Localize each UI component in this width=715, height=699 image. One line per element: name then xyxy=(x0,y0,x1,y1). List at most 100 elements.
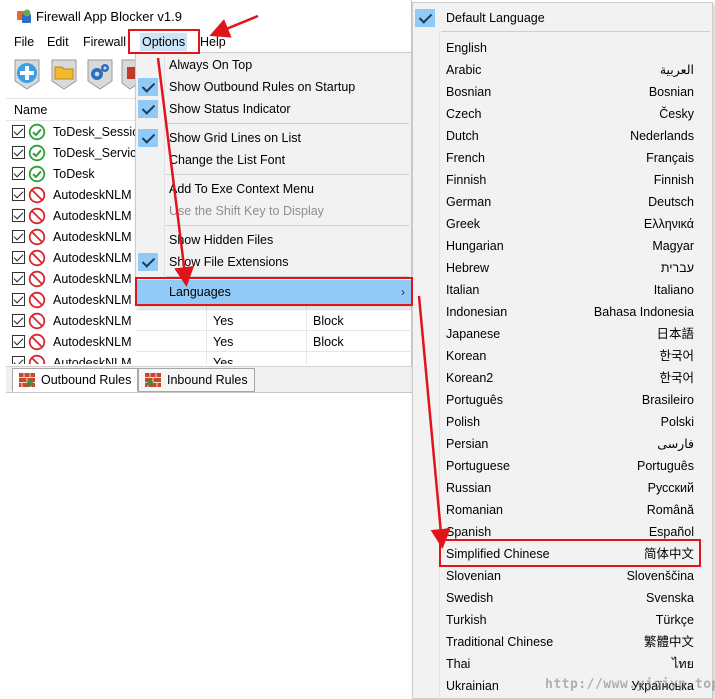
menu-edit[interactable]: Edit xyxy=(47,33,69,51)
menu-item-show-file-extensions[interactable]: Show File Extensions xyxy=(136,251,411,273)
menu-item-languages[interactable]: Languages › xyxy=(136,280,411,304)
menu-item-add-to-exe-context-menu[interactable]: Add To Exe Context Menu xyxy=(136,178,411,200)
language-item-korean[interactable]: Korean 한국어 xyxy=(413,345,712,367)
language-item-arabic[interactable]: Arabic العربية xyxy=(413,59,712,81)
language-item-english[interactable]: English xyxy=(413,37,712,59)
blocked-icon xyxy=(28,312,46,330)
row-name: AutodeskNLM xyxy=(53,293,132,307)
language-item-italian[interactable]: Italian Italiano xyxy=(413,279,712,301)
language-native-name: 한국어 xyxy=(659,371,694,385)
language-item-simplified-chinese[interactable]: Simplified Chinese 简体中文 xyxy=(413,543,712,565)
language-item-russian[interactable]: Russian Русский xyxy=(413,477,712,499)
language-item-persian[interactable]: Persian فارسی xyxy=(413,433,712,455)
language-item-polish[interactable]: Polish Polski xyxy=(413,411,712,433)
blocked-icon xyxy=(28,228,46,246)
menu-help[interactable]: Help xyxy=(200,33,226,51)
language-item-spanish[interactable]: Spanish Español xyxy=(413,521,712,543)
table-row[interactable]: AutodeskNLM Yes Block xyxy=(6,331,412,352)
language-english-name: Polish xyxy=(446,415,481,429)
menu-bar: File Edit Firewall Options Help xyxy=(6,32,412,52)
language-native-name: Français xyxy=(646,151,694,165)
language-english-name: Czech xyxy=(446,107,482,121)
language-item-hebrew[interactable]: Hebrew עברית xyxy=(413,257,712,279)
language-english-name: Simplified Chinese xyxy=(446,547,550,561)
grid-line xyxy=(206,310,207,331)
language-native-name: 简体中文 xyxy=(643,547,694,561)
row-name: AutodeskNLM xyxy=(53,335,132,349)
menu-file[interactable]: File xyxy=(14,33,34,51)
menu-separator xyxy=(166,174,409,175)
settings-icon[interactable] xyxy=(85,57,115,91)
menu-separator xyxy=(166,123,409,124)
table-row[interactable]: AutodeskNLM Yes Block xyxy=(6,310,412,331)
language-native-name: Español xyxy=(648,525,694,539)
language-item-traditional-chinese[interactable]: Traditional Chinese 繁體中文 xyxy=(413,631,712,653)
language-native-name: Deutsch xyxy=(648,195,694,209)
language-english-name: Dutch xyxy=(446,129,479,143)
language-item-japanese[interactable]: Japanese 日本語 xyxy=(413,323,712,345)
row-checkbox[interactable] xyxy=(12,146,25,159)
language-english-name: Slovenian xyxy=(446,569,501,583)
row-checkbox[interactable] xyxy=(12,272,25,285)
language-item-slovenian[interactable]: Slovenian Slovenščina xyxy=(413,565,712,587)
language-native-name: Română xyxy=(646,503,694,517)
language-native-name: Português xyxy=(637,459,694,473)
add-icon[interactable] xyxy=(12,57,42,91)
tab-inbound-rules[interactable]: Inbound Rules xyxy=(138,368,255,392)
language-item-bosnian[interactable]: Bosnian Bosnian xyxy=(413,81,712,103)
language-english-name: Italian xyxy=(446,283,480,297)
language-english-name: Hungarian xyxy=(446,239,504,253)
row-checkbox[interactable] xyxy=(12,167,25,180)
language-item-german[interactable]: German Deutsch xyxy=(413,191,712,213)
row-name: ToDesk_Session xyxy=(53,125,135,139)
language-native-name: 繁體中文 xyxy=(643,635,694,649)
language-english-name: Português xyxy=(446,393,503,407)
language-native-name: العربية xyxy=(659,63,694,77)
language-item-dutch[interactable]: Dutch Nederlands xyxy=(413,125,712,147)
menu-item-always-on-top[interactable]: Always On Top xyxy=(136,54,411,76)
row-checkbox[interactable] xyxy=(12,293,25,306)
language-item-korean2[interactable]: Korean2 한국어 xyxy=(413,367,712,389)
language-item-greek[interactable]: Greek Ελληνικά xyxy=(413,213,712,235)
language-item-finnish[interactable]: Finnish Finnish xyxy=(413,169,712,191)
blocked-icon xyxy=(28,249,46,267)
folder-icon[interactable] xyxy=(49,57,79,91)
app-logo-icon xyxy=(17,9,31,23)
row-checkbox[interactable] xyxy=(12,314,25,327)
language-native-name: עברית xyxy=(660,261,694,275)
language-item-swedish[interactable]: Swedish Svenska xyxy=(413,587,712,609)
menu-item-show-hidden-files[interactable]: Show Hidden Files xyxy=(136,229,411,251)
title-bar: Firewall App Blocker v1.9 xyxy=(6,0,412,32)
row-checkbox[interactable] xyxy=(12,230,25,243)
language-item-czech[interactable]: Czech Česky xyxy=(413,103,712,125)
menu-options[interactable]: Options xyxy=(140,33,188,51)
language-item-thai[interactable]: Thai ไทย xyxy=(413,653,712,675)
menu-item-label: Show Hidden Files xyxy=(169,233,274,247)
language-item-turkish[interactable]: Turkish Türkçe xyxy=(413,609,712,631)
tab-outbound-rules[interactable]: Outbound Rules xyxy=(12,368,139,392)
row-checkbox[interactable] xyxy=(12,356,25,364)
language-item-portuguese[interactable]: Portuguese Português xyxy=(413,455,712,477)
language-native-name: Türkçe xyxy=(655,613,694,627)
language-native-name: 한국어 xyxy=(659,349,694,363)
menu-firewall[interactable]: Firewall xyxy=(83,33,126,51)
language-item-portugu-s[interactable]: Português Brasileiro xyxy=(413,389,712,411)
row-checkbox[interactable] xyxy=(12,188,25,201)
language-item-hungarian[interactable]: Hungarian Magyar xyxy=(413,235,712,257)
language-item-french[interactable]: French Français xyxy=(413,147,712,169)
language-item-indonesian[interactable]: Indonesian Bahasa Indonesia xyxy=(413,301,712,323)
menu-item-default-language[interactable]: Default Language xyxy=(413,7,712,29)
menu-item-show-grid-lines[interactable]: Show Grid Lines on List xyxy=(136,127,411,149)
language-native-name: Česky xyxy=(659,107,694,121)
row-checkbox[interactable] xyxy=(12,209,25,222)
language-item-romanian[interactable]: Romanian Română xyxy=(413,499,712,521)
menu-item-show-outbound-rules[interactable]: Show Outbound Rules on Startup xyxy=(136,76,411,98)
language-english-name: Korean xyxy=(446,349,487,363)
menu-item-show-status-indicator[interactable]: Show Status Indicator xyxy=(136,98,411,120)
menu-item-change-list-font[interactable]: Change the List Font xyxy=(136,149,411,171)
language-native-name: Bahasa Indonesia xyxy=(593,305,694,319)
row-checkbox[interactable] xyxy=(12,251,25,264)
table-row[interactable]: AutodeskNLM Yes xyxy=(6,352,412,364)
row-checkbox[interactable] xyxy=(12,125,25,138)
row-checkbox[interactable] xyxy=(12,335,25,348)
